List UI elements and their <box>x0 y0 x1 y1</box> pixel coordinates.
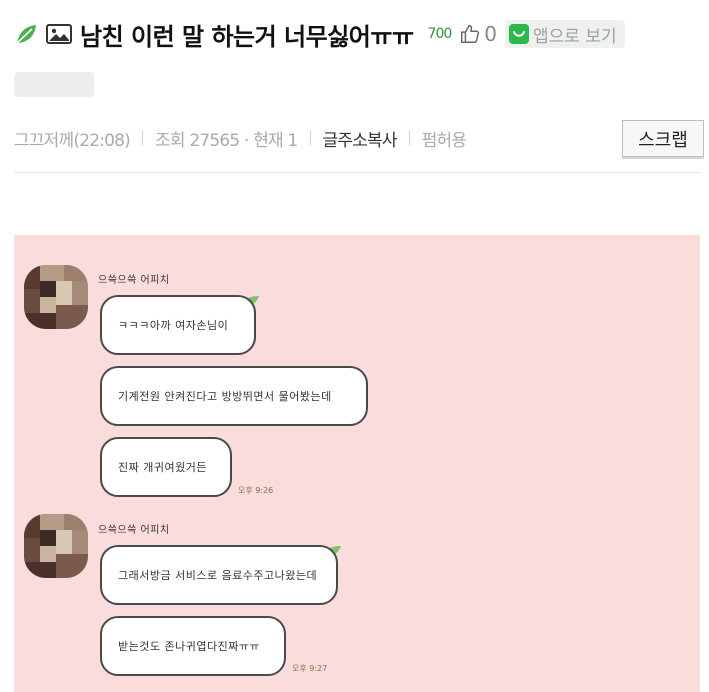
meta-divider <box>142 131 144 145</box>
avatar <box>24 265 88 329</box>
like-button[interactable]: 0 <box>459 22 497 46</box>
category-badge[interactable] <box>14 72 94 97</box>
app-button-label: 앱으로 보기 <box>533 26 617 47</box>
image-icon <box>46 24 72 44</box>
chat-bubble: ㅋㅋㅋ아까 여자손님이 <box>100 295 256 355</box>
avatar <box>24 514 88 578</box>
copy-link-button[interactable]: 글주소복사 <box>323 126 398 151</box>
like-count: 0 <box>484 22 498 46</box>
view-count: 700 <box>427 26 453 42</box>
post-title: 남친 이런 말 하는거 너무싫어ㅠㅠ <box>80 22 414 51</box>
sender-name: 으쓱으쓱 어피치 <box>98 525 170 536</box>
leaf-icon <box>16 25 36 44</box>
app-icon <box>509 24 530 44</box>
chat-bubble: 그래서방금 서비스로 음료수주고나왔는데 <box>100 545 338 605</box>
chat-bubble: 기계전원 안켜진다고 방방뛰면서 물어봤는데 <box>100 366 368 426</box>
post-header: 남친 이런 말 하는거 너무싫어ㅠㅠ 700 0 앱으로 보기 <box>14 14 625 54</box>
meta-divider <box>408 131 410 145</box>
header-divider <box>14 172 700 173</box>
post-meta: 그끄저께(22:08) 조회 27565 · 현재 1 글주소복사 펌허용 <box>14 122 467 154</box>
repost-permission: 펌허용 <box>421 130 467 151</box>
post-date: 그끄저께(22:08) <box>14 130 131 151</box>
scrap-button[interactable]: 스크랩 <box>622 120 704 157</box>
thumbs-up-icon <box>461 25 480 43</box>
meta-divider <box>309 131 311 145</box>
chat-bubble: 받는것도 존나귀엽다진짜ㅠㅠ <box>100 616 286 676</box>
open-in-app-button[interactable]: 앱으로 보기 <box>505 20 625 48</box>
chat-bubble: 진짜 개귀여웠거든 <box>100 437 232 497</box>
message-time: 오후 9:27 <box>292 664 328 673</box>
post-view-stats: 조회 27565 · 현재 1 <box>155 130 298 151</box>
chat-screenshot: 으쓱으쓱 어피치 ㅋㅋㅋ아까 여자손님이 기계전원 안켜진다고 방방뛰면서 물어… <box>14 235 700 692</box>
message-time: 오후 9:26 <box>238 486 274 495</box>
sender-name: 으쓱으쓱 어피치 <box>98 275 170 286</box>
